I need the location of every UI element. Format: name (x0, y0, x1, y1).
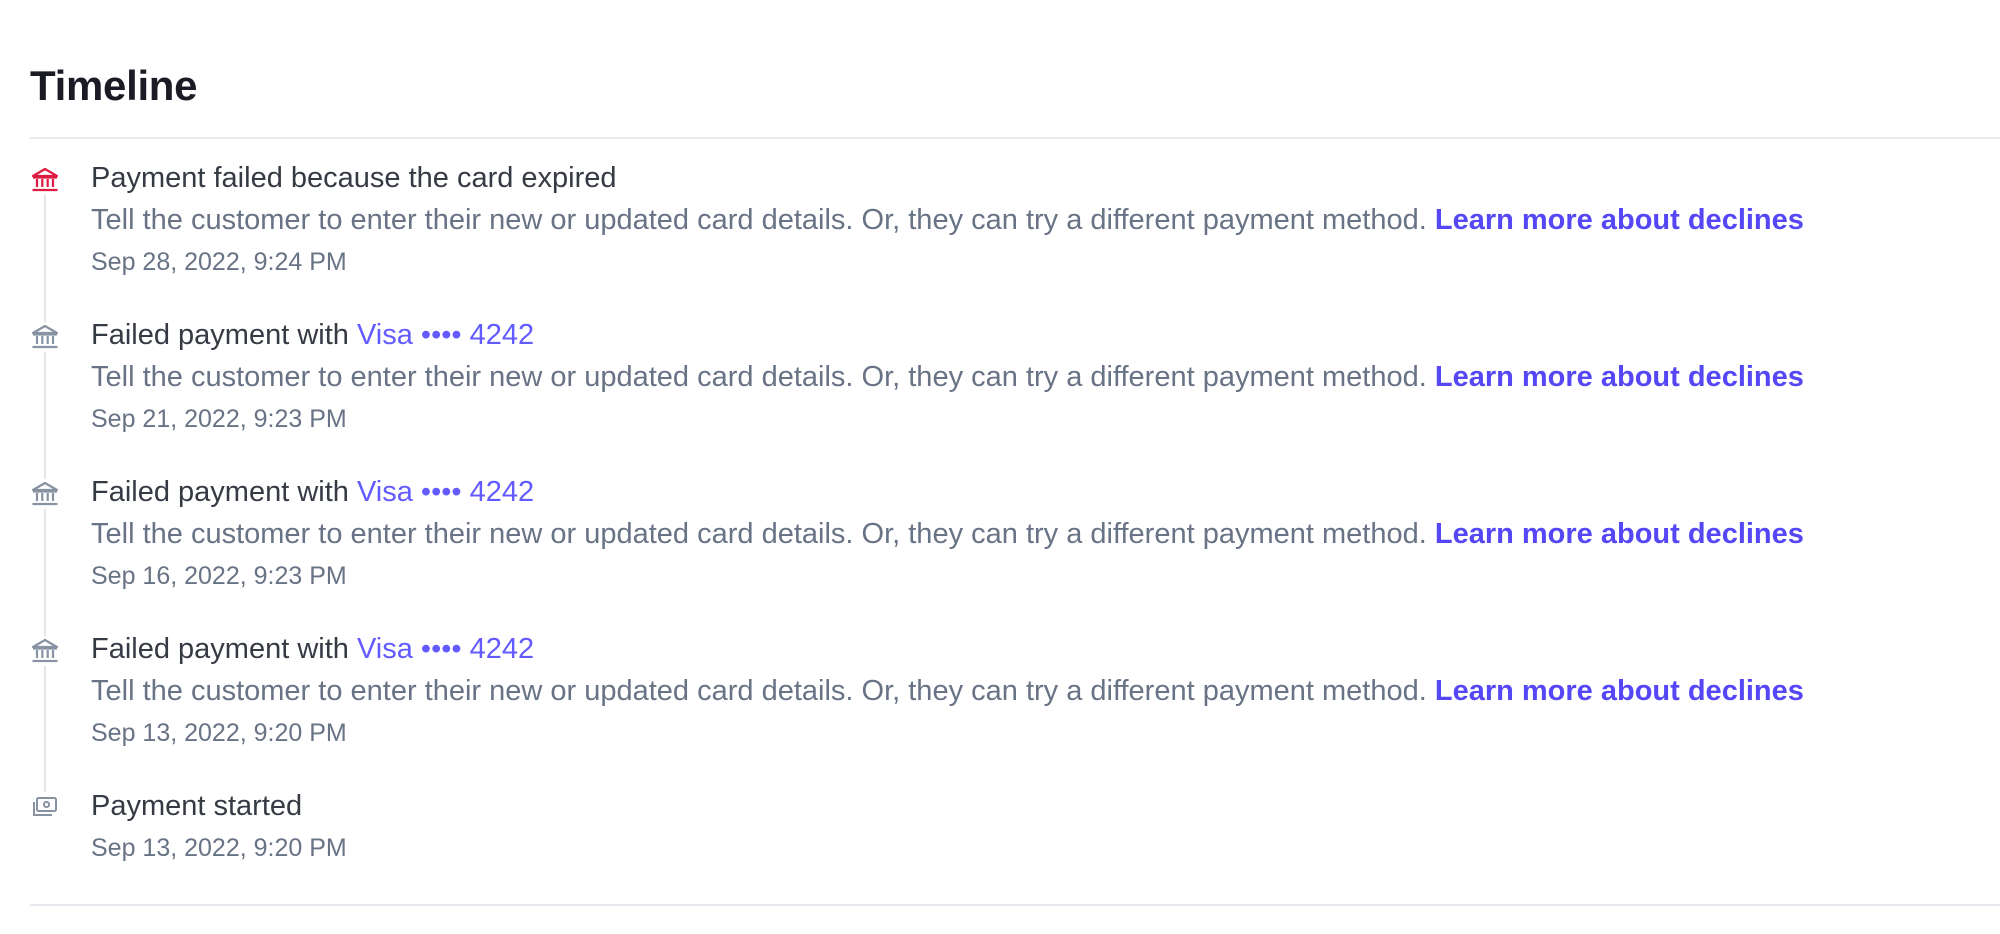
section-title: Timeline (30, 62, 198, 109)
bank-icon (30, 322, 60, 352)
learn-more-declines-link[interactable]: Learn more about declines (1435, 361, 1804, 393)
event-description-text: Tell the customer to enter their new or … (91, 361, 1427, 393)
bank-icon (30, 165, 60, 195)
learn-more-declines-link[interactable]: Learn more about declines (1435, 204, 1804, 236)
learn-more-declines-link[interactable]: Learn more about declines (1435, 675, 1804, 707)
event-description-text: Tell the customer to enter their new or … (91, 518, 1427, 550)
card-link[interactable]: Visa •••• 4242 (357, 633, 534, 665)
event-title-text: Failed payment with (91, 633, 349, 665)
event-description: Tell the customer to enter their new or … (91, 516, 1804, 552)
event-title: Failed payment with Visa •••• 4242 (91, 317, 534, 353)
event-description-text: Tell the customer to enter their new or … (91, 675, 1427, 707)
event-title: Payment failed because the card expired (91, 162, 617, 194)
timeline-section: Timeline Payment failed because the card… (30, 0, 2000, 934)
event-description-text: Tell the customer to enter their new or … (91, 204, 1427, 236)
card-link[interactable]: Visa •••• 4242 (357, 319, 534, 351)
bottom-divider (30, 904, 2000, 906)
card-link[interactable]: Visa •••• 4242 (357, 476, 534, 508)
event-date: Sep 13, 2022, 9:20 PM (91, 719, 347, 747)
event-title: Failed payment with Visa •••• 4242 (91, 631, 534, 667)
bank-icon (30, 479, 60, 509)
bank-icon (30, 636, 60, 666)
event-title-text: Failed payment with (91, 319, 349, 351)
event-title: Payment started (91, 790, 303, 822)
top-divider (30, 137, 2000, 139)
event-description: Tell the customer to enter their new or … (91, 359, 1804, 395)
learn-more-declines-link[interactable]: Learn more about declines (1435, 518, 1804, 550)
event-date: Sep 21, 2022, 9:23 PM (91, 405, 347, 433)
event-title: Failed payment with Visa •••• 4242 (91, 474, 534, 510)
event-date: Sep 16, 2022, 9:23 PM (91, 562, 347, 590)
payment-started-icon (30, 792, 60, 822)
event-date: Sep 28, 2022, 9:24 PM (91, 248, 347, 276)
event-title-text: Failed payment with (91, 476, 349, 508)
event-date: Sep 13, 2022, 9:20 PM (91, 834, 347, 862)
event-description: Tell the customer to enter their new or … (91, 202, 1804, 238)
event-description: Tell the customer to enter their new or … (91, 673, 1804, 709)
